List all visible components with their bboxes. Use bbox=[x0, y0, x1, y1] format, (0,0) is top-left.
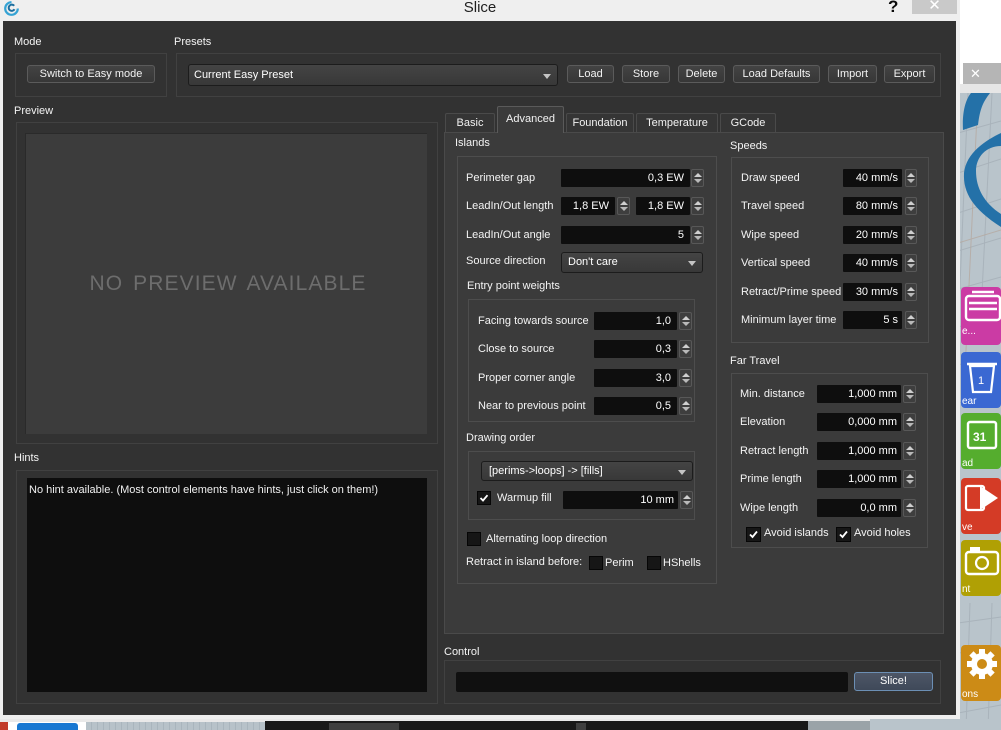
svg-text:ons: ons bbox=[962, 689, 978, 700]
svg-text:e...: e... bbox=[962, 326, 976, 337]
svg-text:ad: ad bbox=[962, 458, 973, 469]
svg-text:1: 1 bbox=[978, 375, 984, 387]
svg-text:31: 31 bbox=[973, 430, 987, 444]
svg-text:nt: nt bbox=[962, 584, 971, 595]
svg-text:ve: ve bbox=[962, 522, 973, 533]
svg-text:ear: ear bbox=[962, 396, 977, 407]
